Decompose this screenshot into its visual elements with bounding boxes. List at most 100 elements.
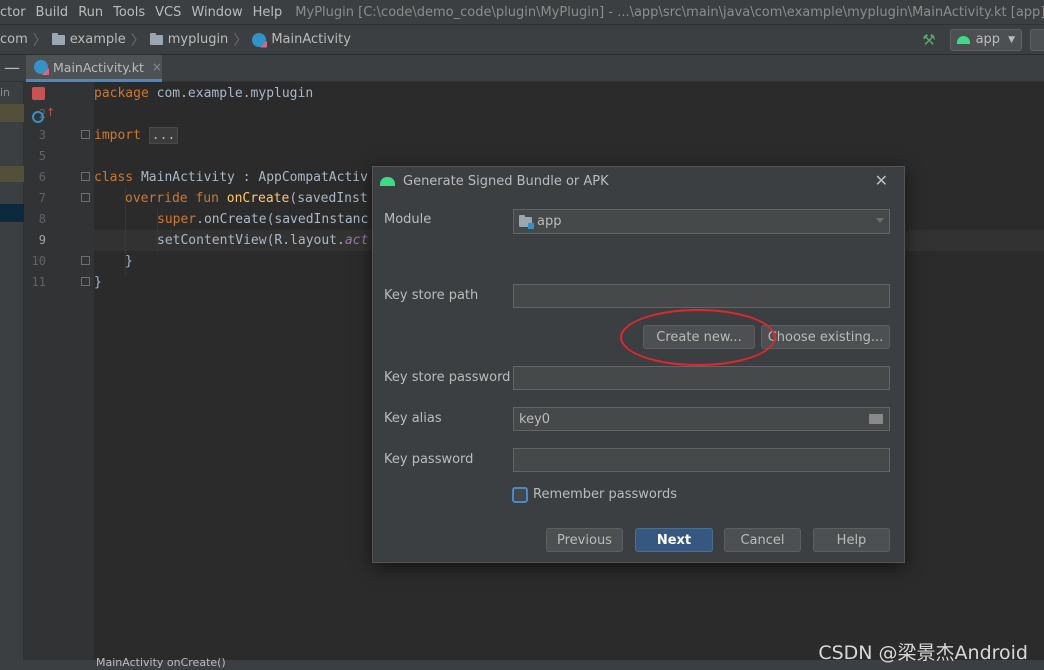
navigation-bar: com 〉 example 〉 myplugin 〉 MainActivity … xyxy=(0,24,1044,55)
folded-imports[interactable]: ... xyxy=(148,127,179,144)
tab-mainactivity[interactable]: MainActivity.kt × xyxy=(26,55,162,82)
code-line: } xyxy=(125,251,133,272)
menu-item-window[interactable]: Window xyxy=(186,5,247,20)
code-text: .onCreate(savedInstanc xyxy=(196,212,369,227)
fold-marker[interactable] xyxy=(81,130,90,139)
key-store-password-field[interactable] xyxy=(513,366,890,390)
generate-signed-bundle-dialog: Generate Signed Bundle or APK ✕ Module a… xyxy=(372,166,905,563)
key-password-label: Key password xyxy=(384,452,474,467)
status-text: MainActivity onCreate() xyxy=(96,656,226,669)
breadcrumb-label: myplugin xyxy=(167,32,229,47)
breadcrumb-com[interactable]: com xyxy=(0,32,28,47)
toolbar-button-partial[interactable] xyxy=(1030,28,1044,51)
folder-icon[interactable] xyxy=(869,414,883,424)
remember-passwords-checkbox[interactable] xyxy=(512,487,528,503)
breadcrumb-label: MainActivity xyxy=(271,32,351,47)
breadcrumb-example[interactable]: example xyxy=(51,32,126,47)
window-title: MyPlugin [C:\code\demo_code\plugin\MyPlu… xyxy=(295,4,1044,20)
code-line: } xyxy=(94,272,102,293)
fold-marker[interactable] xyxy=(81,277,90,286)
keyword: package xyxy=(94,86,149,101)
line-number: 10 xyxy=(31,254,46,268)
code-text: } xyxy=(125,254,133,269)
code-text: (savedInst xyxy=(289,191,368,206)
menu-item-tools[interactable]: Tools xyxy=(108,5,150,20)
folder-icon xyxy=(149,32,163,45)
previous-button[interactable]: Previous xyxy=(546,528,623,552)
folder-icon xyxy=(51,32,65,45)
panel-selection xyxy=(0,204,24,222)
breadcrumb-mainactivity[interactable]: MainActivity xyxy=(252,32,351,47)
menu-item-help[interactable]: Help xyxy=(248,5,288,20)
run-config-select[interactable]: app ▼ xyxy=(949,28,1022,51)
line-number: 5 xyxy=(38,149,46,163)
line-number: 3 xyxy=(38,128,46,142)
code-line: override fun onCreate(savedInst xyxy=(125,188,368,209)
fold-marker[interactable] xyxy=(81,172,90,181)
code-text: MainActivity : AppCompatActiv xyxy=(133,170,368,185)
menu-item-run[interactable]: Run xyxy=(73,5,108,20)
keyword: super xyxy=(157,212,197,227)
keyword: class xyxy=(94,170,134,185)
module-label: Module xyxy=(384,212,432,227)
fold-marker[interactable] xyxy=(81,256,90,265)
help-button[interactable]: Help xyxy=(813,528,890,552)
choose-existing-button[interactable]: Choose existing... xyxy=(761,325,890,349)
dialog-title-bar: Generate Signed Bundle or APK xyxy=(373,167,904,196)
kotlin-file-icon xyxy=(252,32,267,47)
close-icon[interactable]: × xyxy=(152,60,162,74)
activity-icon[interactable] xyxy=(32,87,45,100)
chevron-right-icon: 〉 xyxy=(130,32,145,49)
minimize-icon[interactable]: — xyxy=(4,58,20,77)
tab-label: MainActivity.kt xyxy=(53,59,144,75)
code-text: act xyxy=(344,233,369,248)
module-value: app xyxy=(537,214,562,229)
toolbar-right: ⚒ app ▼ xyxy=(922,25,1044,54)
panel-label: in xyxy=(0,86,11,99)
code-line: import ... xyxy=(94,125,179,146)
kotlin-file-icon xyxy=(34,60,48,74)
key-store-password-label: Key store password xyxy=(384,370,511,385)
next-button[interactable]: Next xyxy=(635,528,713,552)
code-line: super.onCreate(savedInstanc xyxy=(157,209,368,230)
menu-item-ctor[interactable]: ctor xyxy=(0,5,31,20)
chevron-down-icon: ▼ xyxy=(1008,34,1015,45)
hammer-icon[interactable]: ⚒ xyxy=(922,31,935,49)
chevron-right-icon: 〉 xyxy=(233,32,248,49)
keyword: override fun xyxy=(125,191,219,206)
project-panel-edge: in xyxy=(0,82,24,670)
menu-item-build[interactable]: Build xyxy=(31,5,74,20)
run-config-label: app xyxy=(975,32,1001,47)
code-text: setContentView(R.layout. xyxy=(157,233,345,248)
fold-marker[interactable] xyxy=(81,193,90,202)
function-name: onCreate xyxy=(226,191,290,206)
key-alias-value: key0 xyxy=(519,411,551,427)
remember-passwords-label[interactable]: Remember passwords xyxy=(533,487,677,502)
code-line: setContentView(R.layout.act xyxy=(157,230,368,251)
line-number: 9 xyxy=(38,233,46,247)
override-icon[interactable] xyxy=(32,111,44,123)
breadcrumb-label: example xyxy=(69,32,126,47)
close-icon[interactable]: ✕ xyxy=(875,171,888,190)
keyword: import xyxy=(94,128,141,143)
watermark: CSDN @梁景杰Android xyxy=(818,642,1028,664)
key-password-field[interactable] xyxy=(513,448,890,472)
code-text: } xyxy=(94,275,102,290)
cancel-button[interactable]: Cancel xyxy=(724,528,801,552)
chevron-right-icon: 〉 xyxy=(32,32,47,49)
key-store-path-field[interactable] xyxy=(513,284,890,308)
dialog-title: Generate Signed Bundle or APK xyxy=(403,174,609,189)
panel-highlight xyxy=(0,166,24,182)
key-alias-field[interactable]: key0 xyxy=(513,407,890,431)
chevron-down-icon xyxy=(876,218,884,223)
editor-tab-bar: — MainActivity.kt × xyxy=(0,55,1044,82)
line-number: 11 xyxy=(31,275,46,289)
highlight-ring xyxy=(620,309,776,366)
menu-item-vcs[interactable]: VCS xyxy=(150,5,186,20)
code-text: com.example.myplugin xyxy=(148,86,314,101)
module-select[interactable]: app xyxy=(513,209,890,234)
module-folder-icon xyxy=(519,214,534,229)
editor-gutter: 1 2 3 5 6 7 8 9 10 11 xyxy=(24,82,94,670)
breadcrumb-myplugin[interactable]: myplugin xyxy=(149,32,229,47)
code-line: package com.example.myplugin xyxy=(94,83,313,104)
